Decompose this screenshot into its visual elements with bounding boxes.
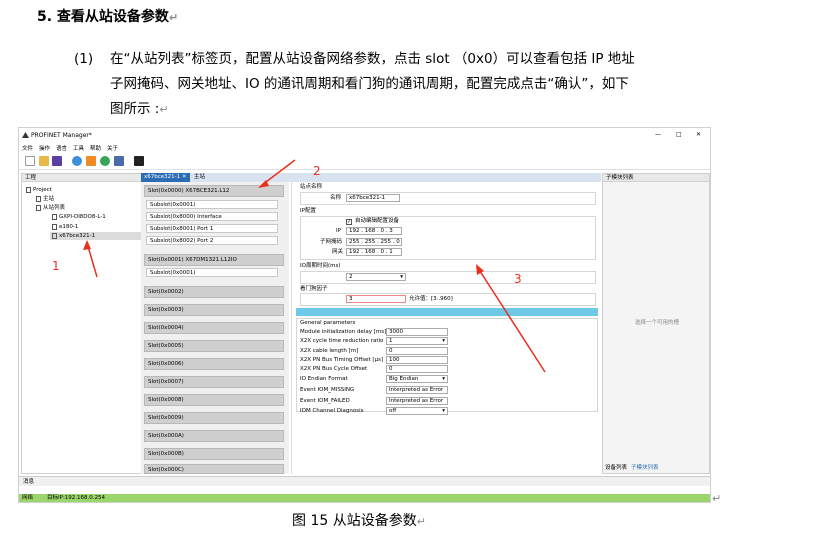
paragraph-mark: ↵	[416, 515, 426, 528]
annotation-label-2: 2	[313, 164, 321, 178]
annotation-label-3: 3	[514, 272, 522, 286]
figure-caption-text: 图 15 从站设备参数	[292, 513, 417, 529]
figure-caption: 图 15 从站设备参数↵	[292, 510, 426, 530]
annotation-arrow-2	[261, 159, 296, 186]
annotation-arrow-3	[477, 267, 546, 373]
annotation-label-1: 1	[52, 259, 60, 273]
annotation-arrowhead-3	[476, 264, 484, 275]
annotation-arrowhead-1	[83, 240, 91, 250]
annotation-overlay: 1 2 3	[52, 159, 546, 373]
